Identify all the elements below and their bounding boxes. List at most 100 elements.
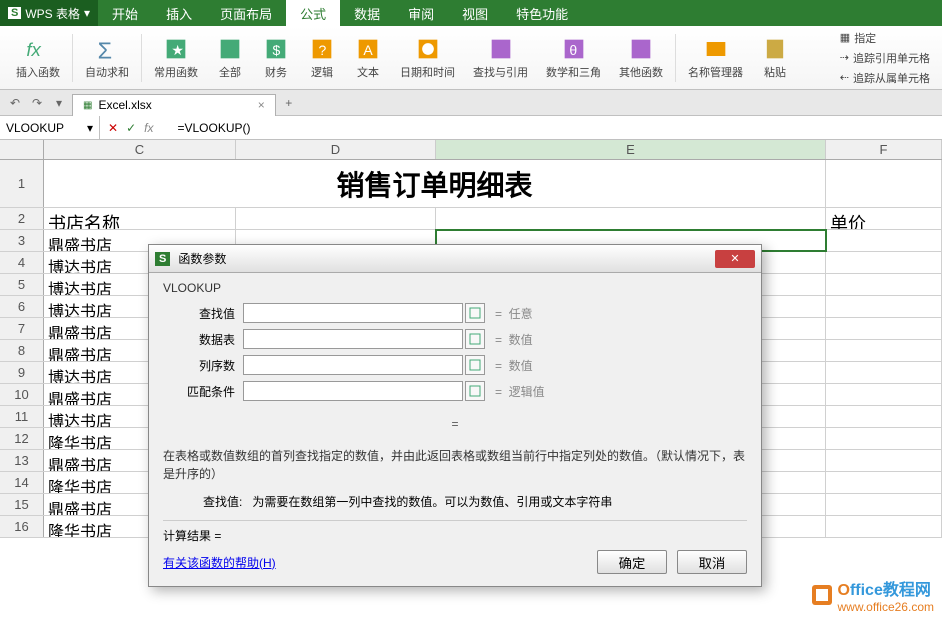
- row-header[interactable]: 6: [0, 296, 44, 317]
- row-header[interactable]: 16: [0, 516, 44, 537]
- tab-data[interactable]: 数据: [340, 0, 394, 26]
- ribbon-finance[interactable]: $ 财务: [254, 33, 298, 82]
- ribbon-common[interactable]: ★ 常用函数: [146, 33, 206, 82]
- close-tab-icon[interactable]: ×: [258, 98, 265, 112]
- ribbon-autosum[interactable]: Σ 自动求和: [77, 33, 137, 82]
- cell[interactable]: [236, 208, 436, 229]
- row-header[interactable]: 11: [0, 406, 44, 427]
- cell[interactable]: [826, 384, 942, 405]
- dialog-titlebar[interactable]: S 函数参数 ✕: [149, 245, 761, 273]
- ribbon-math[interactable]: θ 数学和三角: [538, 33, 609, 82]
- cell[interactable]: 书店名称: [44, 208, 236, 229]
- param-input[interactable]: [243, 355, 463, 375]
- row-header[interactable]: 7: [0, 318, 44, 339]
- range-picker-button[interactable]: [465, 303, 485, 323]
- ribbon-label: 查找与引用: [473, 64, 528, 80]
- ribbon-define[interactable]: ▦指定: [836, 29, 934, 47]
- tab-special[interactable]: 特色功能: [502, 0, 582, 26]
- param-input[interactable]: [243, 303, 463, 323]
- define-icon: ▦: [840, 31, 850, 44]
- row-header[interactable]: 3: [0, 230, 44, 251]
- cell[interactable]: [826, 450, 942, 471]
- tab-view[interactable]: 视图: [448, 0, 502, 26]
- new-tab-button[interactable]: +: [280, 94, 298, 112]
- function-name: VLOOKUP: [163, 281, 747, 295]
- cell[interactable]: [826, 406, 942, 427]
- ribbon-lookup[interactable]: 查找与引用: [465, 33, 536, 82]
- cell[interactable]: [826, 340, 942, 361]
- dollar-icon: $: [262, 35, 290, 63]
- star-icon: ★: [162, 35, 190, 63]
- ok-button[interactable]: 确定: [597, 550, 667, 574]
- dialog-close-button[interactable]: ✕: [715, 250, 755, 268]
- ribbon-insert-function[interactable]: fx 插入函数: [8, 33, 68, 82]
- tab-review[interactable]: 审阅: [394, 0, 448, 26]
- fx-icon[interactable]: fx: [144, 121, 161, 135]
- file-tab[interactable]: ▦ Excel.xlsx ×: [72, 94, 276, 116]
- row-header[interactable]: 10: [0, 384, 44, 405]
- tab-start[interactable]: 开始: [98, 0, 152, 26]
- cell[interactable]: [436, 208, 826, 229]
- row-header[interactable]: 12: [0, 428, 44, 449]
- confirm-formula-button[interactable]: ✓: [126, 121, 136, 135]
- ribbon: fx 插入函数 Σ 自动求和 ★ 常用函数 全部 $ 财务 ? 逻辑 A 文本 …: [0, 26, 942, 90]
- tab-formula[interactable]: 公式: [286, 0, 340, 26]
- range-picker-button[interactable]: [465, 381, 485, 401]
- cancel-formula-button[interactable]: ✕: [108, 121, 118, 135]
- range-picker-button[interactable]: [465, 329, 485, 349]
- cell[interactable]: [826, 296, 942, 317]
- cell[interactable]: [826, 230, 942, 251]
- col-header-F[interactable]: F: [826, 140, 942, 159]
- formula-input[interactable]: =VLOOKUP(): [169, 121, 942, 135]
- ribbon-logic[interactable]: ? 逻辑: [300, 33, 344, 82]
- undo-button[interactable]: ↶: [6, 94, 24, 112]
- app-name: WPS 表格: [25, 5, 80, 22]
- cancel-button[interactable]: 取消: [677, 550, 747, 574]
- row-header[interactable]: 15: [0, 494, 44, 515]
- row-header[interactable]: 5: [0, 274, 44, 295]
- ribbon-paste[interactable]: 粘贴: [753, 33, 797, 82]
- param-input[interactable]: [243, 381, 463, 401]
- ribbon-namemgr[interactable]: 名称管理器: [680, 33, 751, 82]
- row-header[interactable]: 1: [0, 160, 44, 207]
- cell[interactable]: 单价: [826, 208, 942, 229]
- ribbon-all[interactable]: 全部: [208, 33, 252, 82]
- col-header-C[interactable]: C: [44, 140, 236, 159]
- cell[interactable]: [826, 472, 942, 493]
- row-header[interactable]: 13: [0, 450, 44, 471]
- col-header-E[interactable]: E: [436, 140, 826, 159]
- cell[interactable]: [826, 274, 942, 295]
- param-input[interactable]: [243, 329, 463, 349]
- range-picker-button[interactable]: [465, 355, 485, 375]
- tab-layout[interactable]: 页面布局: [206, 0, 286, 26]
- watermark: Office教程网 www.office26.com: [810, 576, 935, 614]
- cell[interactable]: [826, 428, 942, 449]
- help-link[interactable]: 有关该函数的帮助(H): [163, 554, 276, 571]
- cell[interactable]: [826, 252, 942, 273]
- ribbon-datetime[interactable]: 日期和时间: [392, 33, 463, 82]
- col-header-D[interactable]: D: [236, 140, 436, 159]
- row-header[interactable]: 2: [0, 208, 44, 229]
- ribbon-other[interactable]: 其他函数: [611, 33, 671, 82]
- cell[interactable]: [826, 516, 942, 537]
- row-header[interactable]: 9: [0, 362, 44, 383]
- save-button[interactable]: ▾: [50, 94, 68, 112]
- redo-button[interactable]: ↷: [28, 94, 46, 112]
- ribbon-text[interactable]: A 文本: [346, 33, 390, 82]
- row-header[interactable]: 14: [0, 472, 44, 493]
- row-header[interactable]: 8: [0, 340, 44, 361]
- cell[interactable]: [826, 362, 942, 383]
- tab-insert[interactable]: 插入: [152, 0, 206, 26]
- name-box[interactable]: VLOOKUP ▾: [0, 116, 100, 139]
- select-all-corner[interactable]: [0, 140, 44, 159]
- ribbon-trace-ref[interactable]: ⇢追踪引用单元格: [836, 49, 934, 67]
- app-menu[interactable]: S WPS 表格 ▾: [0, 0, 98, 26]
- cell[interactable]: [826, 318, 942, 339]
- param-row: 列序数= 数值: [163, 355, 747, 375]
- title-cell[interactable]: 销售订单明细表: [44, 160, 826, 207]
- row-header[interactable]: 4: [0, 252, 44, 273]
- cell[interactable]: [826, 160, 942, 207]
- ribbon-trace-dep[interactable]: ⇠追踪从属单元格: [836, 69, 934, 87]
- cell[interactable]: [826, 494, 942, 515]
- param-row: 数据表= 数值: [163, 329, 747, 349]
